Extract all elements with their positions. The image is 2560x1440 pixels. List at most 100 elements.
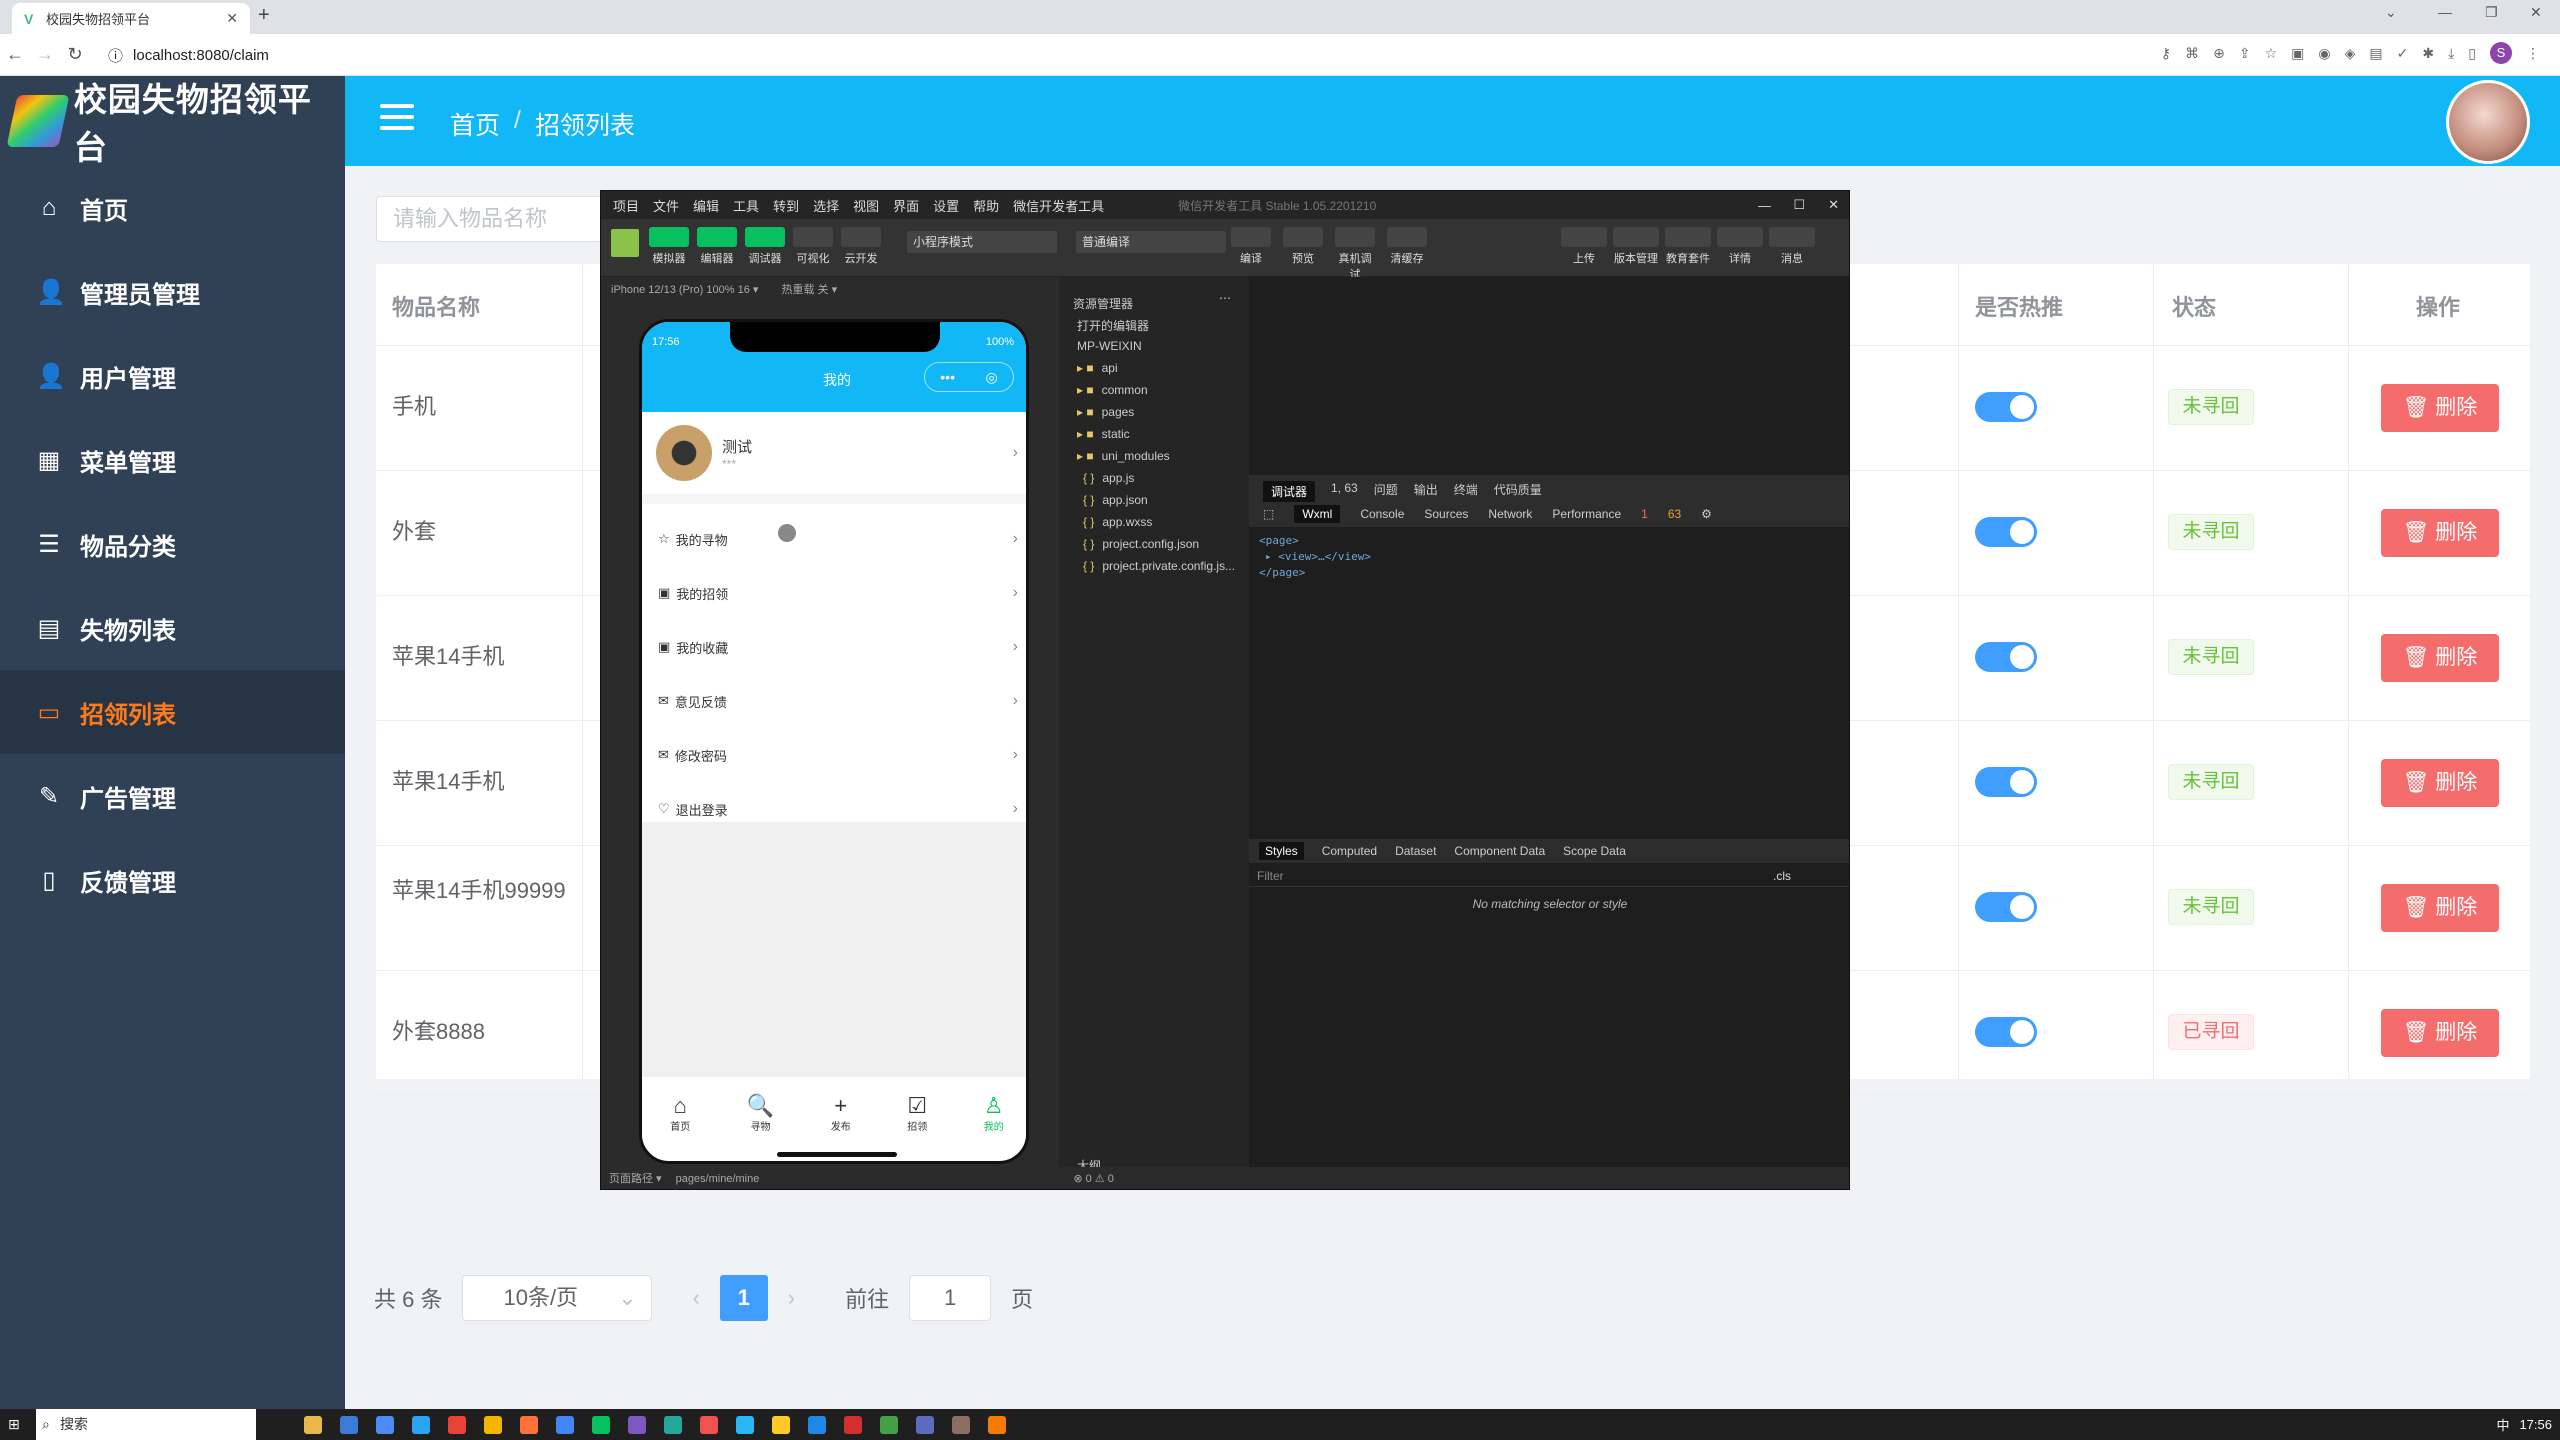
open-editors[interactable]: 打开的编辑器 [1077, 317, 1149, 334]
close-tab-icon[interactable]: ✕ [226, 10, 238, 27]
browser-tab[interactable]: V 校园失物招领平台 ✕ [12, 3, 250, 34]
phone-tab[interactable]: ☑ 招领 [907, 1093, 927, 1133]
error-count[interactable]: 1 [1641, 507, 1648, 521]
devtools-menu-item[interactable]: 设置 [933, 196, 959, 215]
device-select[interactable]: iPhone 12/13 (Pro) 100% 16 ▾ [611, 284, 758, 296]
taskbar-app-icon[interactable] [736, 1415, 754, 1434]
inspect-icon[interactable]: ⬚ [1263, 507, 1274, 521]
taskbar-app-icon[interactable] [340, 1415, 358, 1434]
delete-button[interactable]: 🗑 删除 [2381, 384, 2499, 432]
hot-toggle[interactable] [1975, 517, 2037, 547]
reload-icon[interactable]: ↻ [60, 44, 90, 65]
goto-page-input[interactable]: 1 [909, 1275, 992, 1321]
sidebar-item[interactable]: ▭ 招领列表 [0, 670, 345, 754]
delete-button[interactable]: 🗑 删除 [2381, 509, 2499, 557]
info-icon[interactable]: ⓘ [108, 45, 123, 66]
download-icon[interactable]: ⤓ [2448, 45, 2454, 62]
taskbar-app-icon[interactable] [628, 1415, 646, 1434]
taskbar-app-icon[interactable] [844, 1415, 862, 1434]
compile-button[interactable]: 真机调试 [1335, 227, 1375, 282]
taskbar-app-icon[interactable] [556, 1415, 574, 1434]
ime-indicator[interactable]: 中 [2496, 1415, 2509, 1434]
hot-toggle[interactable] [1975, 767, 2037, 797]
taskbar-app-icon[interactable] [664, 1415, 682, 1434]
back-icon[interactable]: ← [0, 44, 30, 65]
taskbar-app-icon[interactable] [952, 1415, 970, 1434]
sidebar-item[interactable]: ⌂ 首页 [0, 166, 345, 250]
phone-tab[interactable]: ♙ 我的 [984, 1093, 1004, 1133]
close-button[interactable]: ✕ [1828, 197, 1839, 213]
debugger-tab[interactable]: 终端 [1454, 481, 1478, 502]
file-item[interactable]: { } project.private.config.js... [1083, 559, 1235, 573]
hot-toggle[interactable] [1975, 642, 2037, 672]
devtools-menu-item[interactable]: 微信开发者工具 [1013, 196, 1104, 215]
bookmark-star-icon[interactable]: ☆ [2265, 45, 2278, 62]
taskbar-app-icon[interactable] [484, 1415, 502, 1434]
toolbar-button[interactable]: 云开发 [841, 227, 881, 266]
sidepanel-icon[interactable]: ▯ [2468, 45, 2476, 62]
panel-tab[interactable]: Wxml [1294, 505, 1341, 523]
phone-menu-item[interactable]: ✉ 意见反馈 › [642, 674, 1026, 728]
hot-toggle[interactable] [1975, 892, 2037, 922]
panel-tab[interactable]: Console [1360, 507, 1404, 521]
sidebar-item[interactable]: ▯ 反馈管理 [0, 838, 345, 922]
styles-filter-input[interactable]: Filter .cls [1249, 865, 1849, 887]
delete-button[interactable]: 🗑 删除 [2381, 884, 2499, 932]
panel-tab[interactable]: Sources [1424, 507, 1468, 521]
sidebar-item[interactable]: 👤 用户管理 [0, 334, 345, 418]
tab-search-icon[interactable]: ⌄ [2385, 4, 2397, 21]
close-circle-icon[interactable]: ◎ [986, 369, 998, 386]
share-icon[interactable]: ⇪ [2239, 45, 2251, 62]
debugger-tab[interactable]: 1, 63 [1331, 481, 1358, 502]
toolbar-right-button[interactable]: 详情 [1717, 227, 1763, 266]
user-avatar[interactable] [2446, 80, 2530, 164]
taskbar-app-icon[interactable] [808, 1415, 826, 1434]
taskbar-app-icon[interactable] [916, 1415, 934, 1434]
page-path-label[interactable]: 页面路径 ▾ [609, 1167, 662, 1189]
sidebar-item[interactable]: ▤ 失物列表 [0, 586, 345, 670]
compile-button[interactable]: 编译 [1231, 227, 1271, 266]
debugger-tab[interactable]: 问题 [1374, 481, 1398, 502]
taskbar-app-icon[interactable] [592, 1415, 610, 1434]
compile-button[interactable]: 预览 [1283, 227, 1323, 266]
folder-item[interactable]: ▸ ■ pages [1077, 405, 1134, 419]
compile-select[interactable]: 普通编译 [1076, 231, 1226, 253]
style-tab[interactable]: Dataset [1395, 844, 1436, 858]
devtools-menu-item[interactable]: 选择 [813, 196, 839, 215]
wxml-tree[interactable]: <page> ▸ <view>…</view> </page> [1259, 533, 1371, 581]
taskbar-app-icon[interactable] [448, 1415, 466, 1434]
taskbar-app-icon[interactable] [520, 1415, 538, 1434]
folder-item[interactable]: ▸ ■ api [1077, 361, 1118, 375]
puzzle-icon[interactable]: ✱ [2422, 45, 2434, 62]
panel-tab[interactable]: Performance [1552, 507, 1621, 521]
taskbar-app-icon[interactable] [412, 1415, 430, 1434]
folder-item[interactable]: ▸ ■ common [1077, 383, 1148, 397]
debugger-tab[interactable]: 调试器 [1263, 481, 1316, 502]
style-tab[interactable]: Component Data [1454, 844, 1545, 858]
phone-tab[interactable]: 🔍 寻物 [747, 1093, 774, 1133]
toolbar-right-button[interactable]: 版本管理 [1613, 227, 1659, 266]
phone-menu-item[interactable]: ✉ 修改密码 › [642, 728, 1026, 782]
wxml-line[interactable]: ▸ <view>…</view> [1259, 549, 1371, 565]
sidebar-item[interactable]: 👤 管理员管理 [0, 250, 345, 334]
more-dots-icon[interactable]: ••• [940, 369, 955, 385]
url-field[interactable]: ⓘ localhost:8080/claim [108, 40, 2008, 70]
new-tab-button[interactable]: + [258, 4, 270, 27]
file-item[interactable]: { } project.config.json [1083, 537, 1199, 551]
style-tab[interactable]: Styles [1259, 842, 1304, 860]
folder-item[interactable]: ▸ ■ uni_modules [1077, 449, 1170, 463]
devtools-menu-item[interactable]: 文件 [653, 196, 679, 215]
breadcrumb-home[interactable]: 首页 [450, 106, 500, 142]
extension-icon[interactable]: ▤ [2369, 45, 2382, 62]
phone-menu-item[interactable]: ☆ 我的寻物 › [642, 512, 1026, 566]
delete-button[interactable]: 🗑 删除 [2381, 759, 2499, 807]
page-size-select[interactable]: 10条/页 ⌄ [462, 1275, 653, 1321]
settings-gear-icon[interactable]: ⚙ [1701, 507, 1712, 521]
hot-toggle[interactable] [1975, 392, 2037, 422]
restore-button[interactable]: ❐ [2485, 4, 2498, 21]
devtools-menu-item[interactable]: 转到 [773, 196, 799, 215]
taskbar-search[interactable]: 搜索 [36, 1409, 256, 1440]
minimize-button[interactable]: — [1758, 198, 1771, 213]
toolbar-right-button[interactable]: 上传 [1561, 227, 1607, 266]
delete-button[interactable]: 🗑 删除 [2381, 634, 2499, 682]
